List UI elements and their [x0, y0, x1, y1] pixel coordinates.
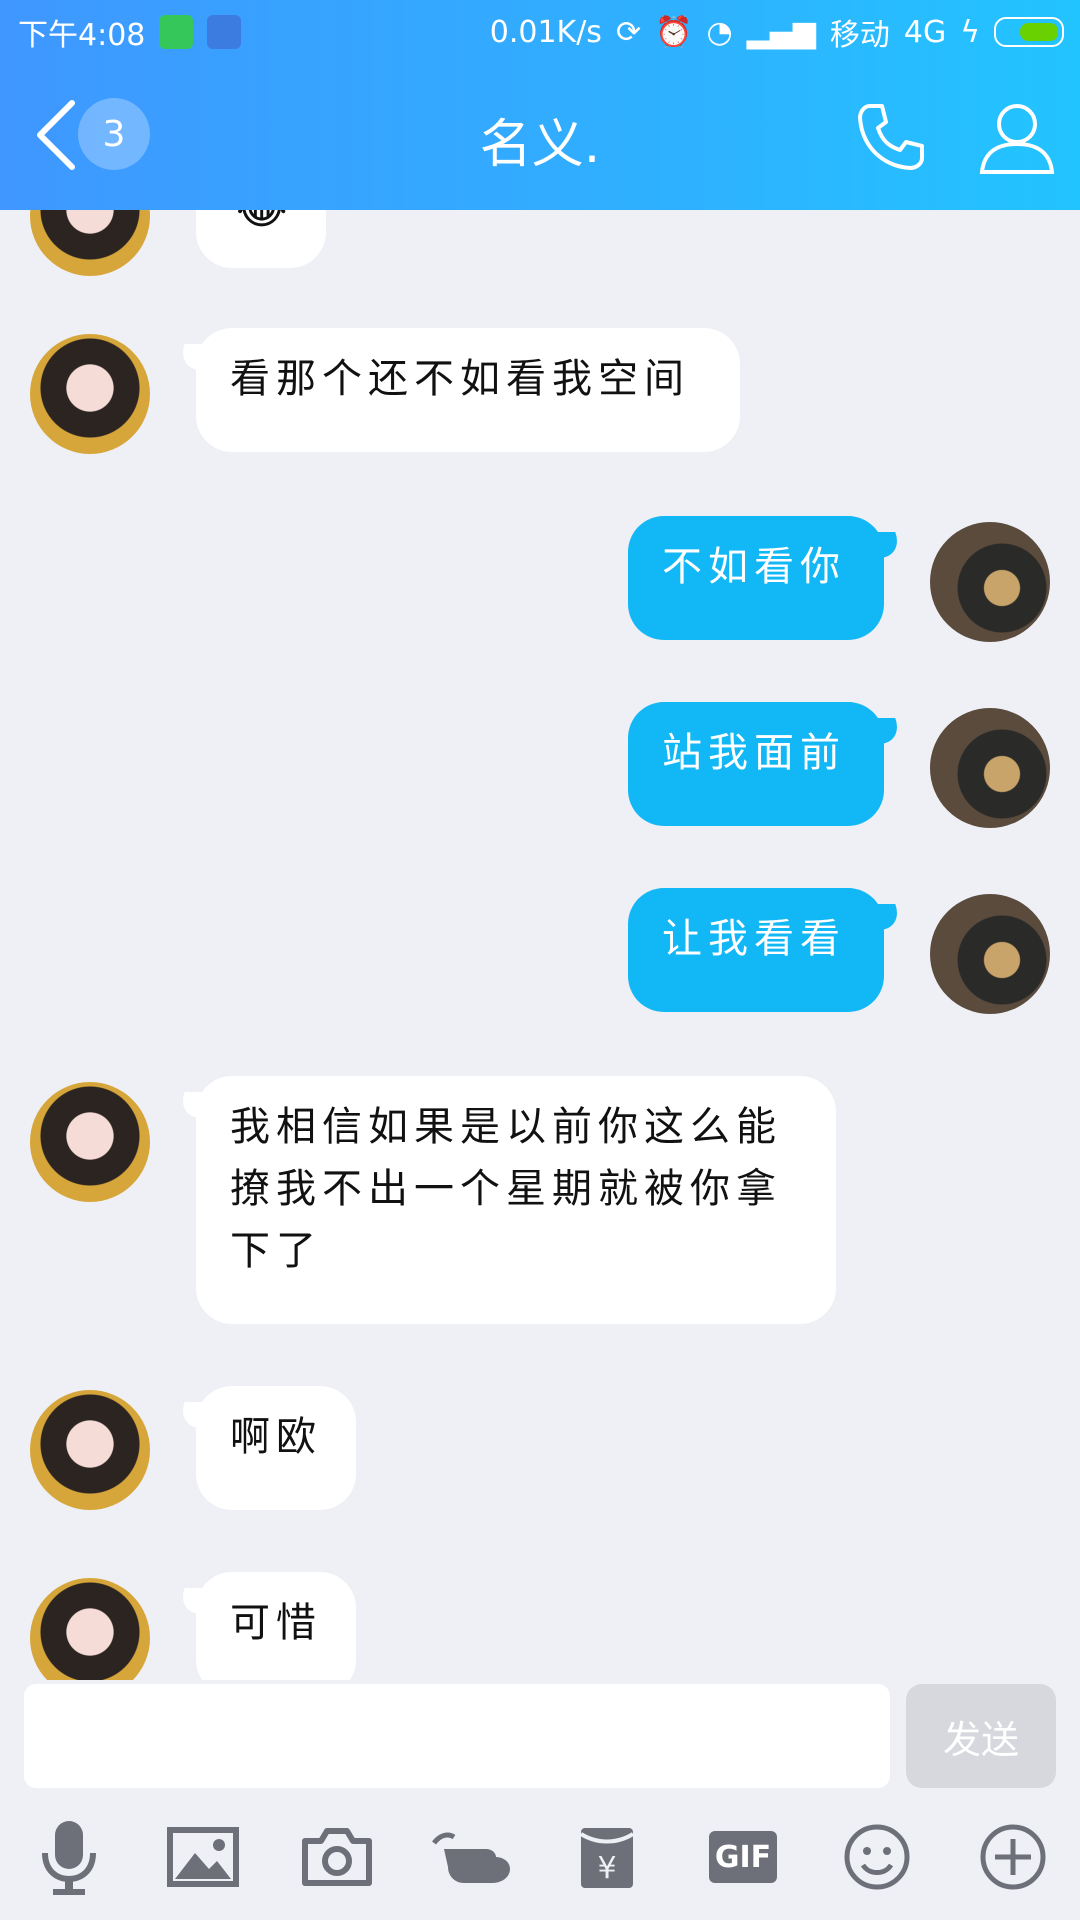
- send-button[interactable]: 发送: [906, 1684, 1056, 1788]
- emoji-icon: [844, 1824, 910, 1890]
- status-bar: 下午4:08 0.01K/s ⟳ ⏰ ◔ ▂▄▆ 移动 4G ϟ: [0, 0, 1080, 60]
- profile-button[interactable]: [976, 98, 1058, 176]
- red-packet-icon: ¥: [579, 1828, 635, 1888]
- input-toolbar: ¥ GIF: [0, 1812, 1080, 1920]
- cloud-icon: [207, 15, 242, 49]
- mic-icon: [42, 1821, 96, 1895]
- voice-button[interactable]: [24, 1812, 114, 1902]
- svg-text:¥: ¥: [597, 1851, 616, 1886]
- message-input[interactable]: [24, 1684, 890, 1788]
- poke-button[interactable]: [428, 1812, 518, 1902]
- message-text: 不如看你: [662, 544, 846, 590]
- message-text: 看那个还不如看我空间: [230, 356, 690, 402]
- call-button[interactable]: [852, 98, 930, 176]
- my-avatar[interactable]: [930, 708, 1050, 828]
- message-bubble-outgoing[interactable]: 不如看你: [628, 516, 884, 640]
- emoji-button[interactable]: [832, 1812, 922, 1902]
- signal-icon: ▂▄▆: [746, 14, 816, 50]
- charging-icon: ϟ: [960, 14, 980, 50]
- contact-avatar[interactable]: [30, 1390, 150, 1510]
- message-list[interactable]: 😂 看那个还不如看我空间 不如看你 站我面前 让我看看 我相信如果是以前你这么能…: [0, 210, 1080, 1680]
- status-time: 下午4:08: [18, 18, 146, 53]
- contact-avatar[interactable]: [30, 1082, 150, 1202]
- message-bubble-incoming[interactable]: 啊欧: [196, 1386, 356, 1510]
- alarm-icon: ⏰: [655, 14, 693, 50]
- message-bubble-incoming[interactable]: 可惜: [196, 1572, 356, 1680]
- network-speed: 0.01K/s: [489, 14, 602, 50]
- message-bubble-incoming[interactable]: 我相信如果是以前你这么能撩我不出一个星期就被你拿下了: [196, 1076, 836, 1324]
- message-bubble-outgoing[interactable]: 让我看看: [628, 888, 884, 1012]
- message-bubble-incoming-partial[interactable]: 😂: [196, 210, 326, 268]
- contact-avatar[interactable]: [30, 334, 150, 454]
- my-avatar[interactable]: [930, 522, 1050, 642]
- message-text: 我相信如果是以前你这么能撩我不出一个星期就被你拿下了: [230, 1104, 782, 1274]
- photo-button[interactable]: [158, 1812, 248, 1902]
- message-bubble-incoming[interactable]: 看那个还不如看我空间: [196, 328, 740, 452]
- message-text: 啊欧: [230, 1414, 322, 1460]
- chat-header: 下午4:08 0.01K/s ⟳ ⏰ ◔ ▂▄▆ 移动 4G ϟ 3 名义.: [0, 0, 1080, 210]
- camera-icon: [302, 1828, 372, 1886]
- wifi-icon: ◔: [706, 14, 733, 50]
- message-text: 让我看看: [662, 916, 846, 962]
- camera-button[interactable]: [292, 1812, 382, 1902]
- more-button[interactable]: [968, 1812, 1058, 1902]
- poke-icon: [432, 1832, 510, 1883]
- composer: 发送 ¥ GIF: [0, 1680, 1080, 1920]
- gif-icon: GIF: [709, 1831, 777, 1883]
- sync-icon: ⟳: [615, 14, 642, 50]
- my-avatar[interactable]: [930, 894, 1050, 1014]
- network-type: 4G: [903, 14, 947, 50]
- contact-avatar[interactable]: [30, 1578, 150, 1680]
- gif-button[interactable]: GIF: [698, 1812, 788, 1902]
- message-bubble-outgoing[interactable]: 站我面前: [628, 702, 884, 826]
- image-icon: [167, 1827, 239, 1887]
- contact-avatar[interactable]: [30, 210, 150, 276]
- message-text: 可惜: [230, 1600, 322, 1646]
- red-packet-button[interactable]: ¥: [562, 1812, 652, 1902]
- plus-icon: [980, 1824, 1046, 1890]
- carrier-label: 移动: [829, 18, 890, 53]
- battery-saver-icon: [159, 15, 194, 49]
- phone-icon: [858, 104, 924, 170]
- person-icon: [979, 104, 1055, 174]
- message-text: 站我面前: [662, 730, 846, 776]
- laughing-emoji-icon: 😂: [236, 210, 293, 240]
- battery-icon: [994, 17, 1064, 47]
